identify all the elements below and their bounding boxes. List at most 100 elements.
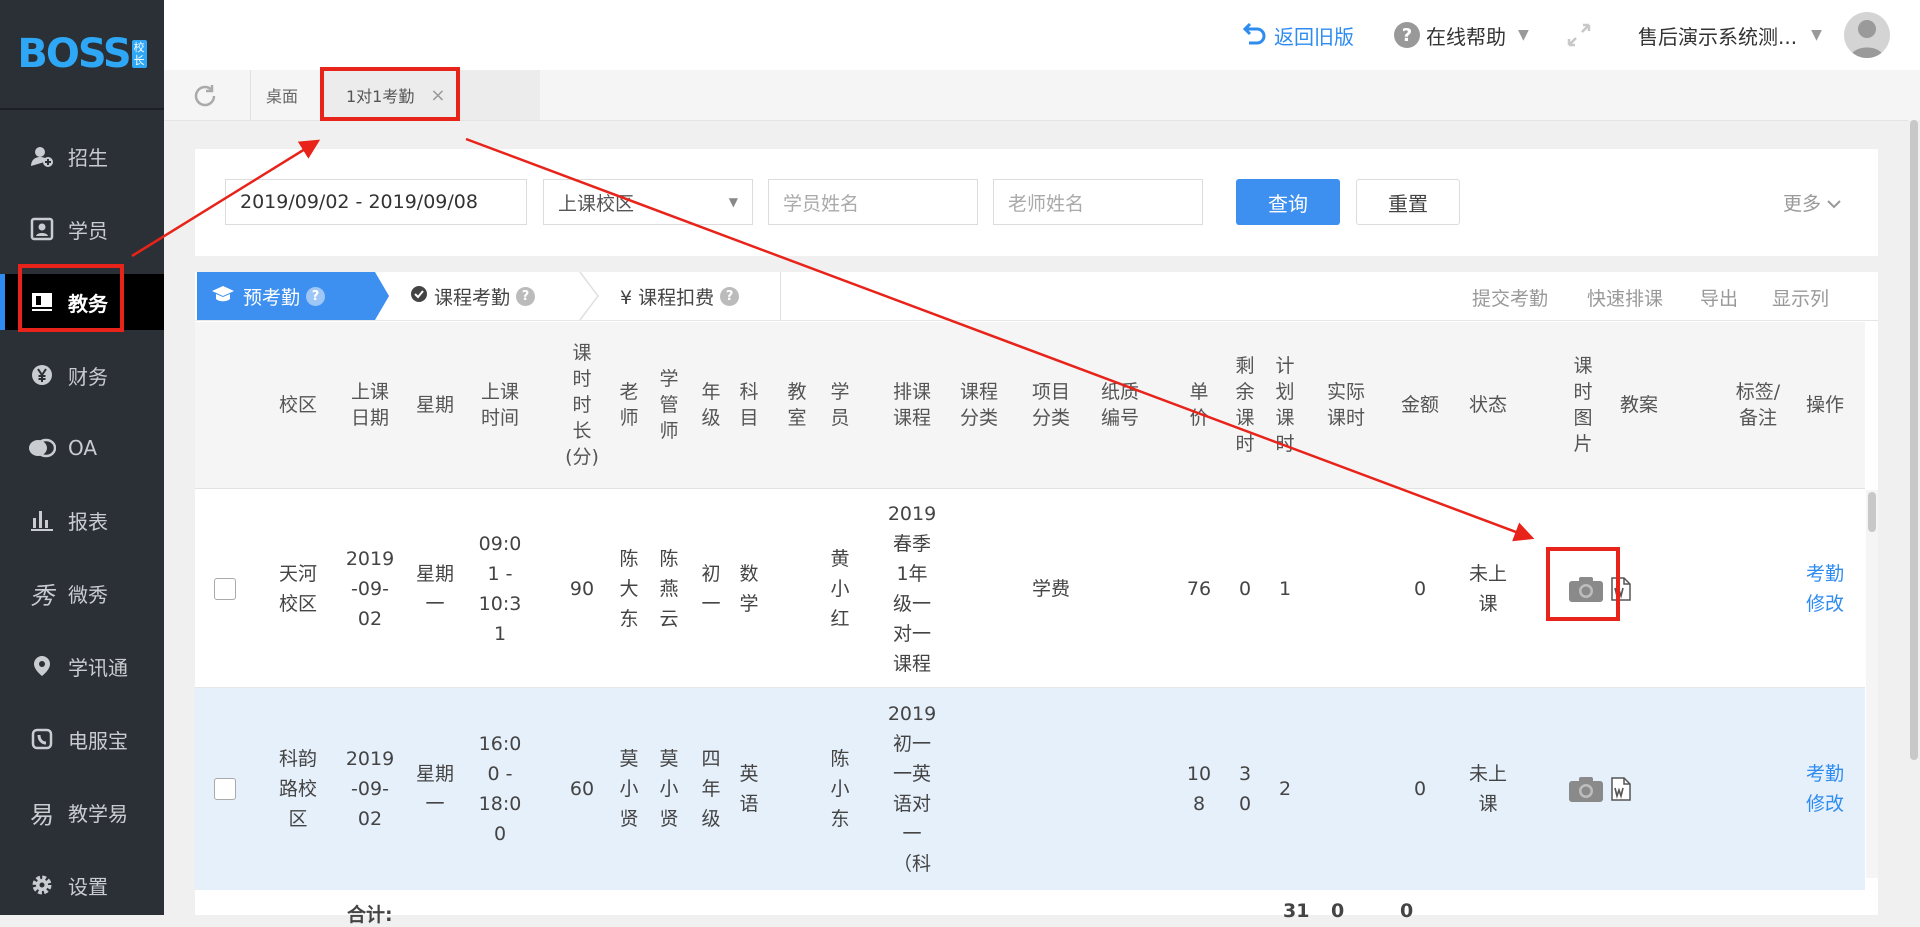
sidebar-item-weixiu[interactable]: 秀 微秀 xyxy=(0,565,164,621)
column-header: 教 室 xyxy=(787,381,807,429)
column-header: 老 师 xyxy=(619,381,639,429)
column-header: 剩 余 课 时 xyxy=(1235,355,1255,455)
camera-icon[interactable] xyxy=(1567,688,1605,890)
column-header: 校区 xyxy=(278,394,317,416)
annotation-box-photo xyxy=(1546,547,1620,621)
cell-project: 学费 xyxy=(1031,577,1070,600)
table-scrollbar-thumb[interactable] xyxy=(1868,492,1876,532)
checkbox[interactable] xyxy=(214,577,236,600)
cell-actual xyxy=(1317,688,1375,890)
cell-date: 2019 -09- 02 xyxy=(345,748,395,830)
page-scrollbar-thumb[interactable] xyxy=(1910,120,1918,760)
column-header: 状态 xyxy=(1468,394,1507,416)
sidebar-item-reports[interactable]: 报表 xyxy=(0,492,164,548)
cell-actual xyxy=(1317,489,1375,688)
cell-remaining: 0 xyxy=(1238,577,1252,600)
column-header: 课 时 时 长 (分) xyxy=(565,342,599,468)
refresh-icon[interactable] xyxy=(192,83,218,113)
cell-student: 陈 小 东 xyxy=(830,748,850,830)
cell-room xyxy=(777,688,817,890)
divider xyxy=(780,272,781,320)
more-filters-toggle[interactable]: 更多 xyxy=(1783,189,1841,216)
caret-down-icon: ▼ xyxy=(728,195,738,209)
fullscreen-icon[interactable] xyxy=(1566,18,1592,52)
attendance-edit-link[interactable]: 考勤 修改 xyxy=(1799,489,1851,688)
help-icon: ? xyxy=(1394,22,1420,48)
amount-total: 0 xyxy=(1400,900,1414,922)
help-icon: ? xyxy=(306,286,326,306)
sub-tabs: 预考勤 ? 课程考勤 ? ¥ 课程扣费 ? 提交考勤 快速排课 导出 显示列 xyxy=(195,271,1878,321)
teacher-name-input[interactable]: 老师姓名 xyxy=(993,179,1203,225)
column-header: 课程 分类 xyxy=(959,381,998,429)
cell-paper-no xyxy=(1090,489,1150,688)
planned-total: 31 xyxy=(1283,900,1310,922)
caret-down-icon: ▼ xyxy=(1518,27,1529,43)
yen-coin-icon xyxy=(28,361,56,389)
sidebar-item-xuexuntong[interactable]: 学讯通 xyxy=(0,638,164,694)
sidebar-item-label: 设置 xyxy=(68,874,108,899)
actual-total: 0 xyxy=(1331,900,1345,922)
avatar[interactable] xyxy=(1844,12,1890,58)
column-header: 星期 xyxy=(415,394,454,416)
xiu-icon: 秀 xyxy=(30,581,54,610)
user-menu[interactable]: 售后演示系统测... ▼ xyxy=(1638,18,1822,52)
yi-icon: 易 xyxy=(30,800,54,829)
gear-icon xyxy=(28,871,56,899)
export-link[interactable]: 导出 xyxy=(1700,284,1738,311)
sidebar-item-enroll[interactable]: 招生 xyxy=(0,128,164,184)
table-footer: 合计: 31 0 0 xyxy=(195,890,1865,926)
total-label: 合计: xyxy=(347,904,393,926)
column-header: 标签/ 备注 xyxy=(1735,381,1781,429)
cell-subject: 英 语 xyxy=(739,763,759,815)
table-header: 校区 上课 日期 星期 上课 时间 课 时 时 长 (分) 老 师学 管 师 年 级科 目 教… xyxy=(195,322,1865,489)
column-header: 排课 课程 xyxy=(892,381,931,429)
sidebar-item-settings[interactable]: 设置 xyxy=(0,857,164,913)
column-header: 操作 xyxy=(1805,394,1844,416)
caret-down-icon: ▼ xyxy=(1811,27,1822,43)
attendance-edit-link[interactable]: 考勤 修改 xyxy=(1799,688,1851,890)
tab-course-attendance[interactable]: 课程考勤 ? xyxy=(410,272,536,320)
sidebar-item-students[interactable]: 学员 xyxy=(0,201,164,257)
tab-course-deduction[interactable]: ¥ 课程扣费 ? xyxy=(620,272,740,320)
submit-attendance-link[interactable]: 提交考勤 xyxy=(1472,284,1548,311)
cell-grade: 初 一 xyxy=(701,562,721,615)
column-header: 教案 xyxy=(1619,394,1658,416)
reset-button[interactable]: 重置 xyxy=(1356,179,1460,225)
cell-amount: 0 xyxy=(1413,778,1427,800)
annotation-box-tab xyxy=(320,67,460,121)
row-checkbox[interactable] xyxy=(205,489,245,688)
display-columns-link[interactable]: 显示列 xyxy=(1772,284,1829,311)
sidebar-item-dianfubao[interactable]: 电服宝 xyxy=(0,711,164,767)
cell-subject: 数 学 xyxy=(739,562,759,615)
logo-text: BOSS xyxy=(17,31,131,77)
sidebar-item-finance[interactable]: 财务 xyxy=(0,347,164,403)
sidebar-item-label: 报表 xyxy=(68,509,108,534)
table-scrollbar[interactable] xyxy=(1866,490,1878,878)
back-old-version-link[interactable]: 返回旧版 xyxy=(1242,18,1354,52)
query-button[interactable]: 查询 xyxy=(1236,179,1340,225)
logo[interactable]: BOSS 校 长 xyxy=(0,0,164,110)
quick-schedule-link[interactable]: 快速排课 xyxy=(1587,284,1663,311)
sidebar-item-label: 学员 xyxy=(68,218,108,243)
tab-pre-attendance[interactable]: 预考勤 ? xyxy=(197,272,375,320)
sidebar-item-jiaoxueyi[interactable]: 易 教学易 xyxy=(0,784,164,840)
date-range-input[interactable]: 2019/09/02 - 2019/09/08 xyxy=(225,179,527,225)
campus-select[interactable]: 上课校区 ▼ xyxy=(543,179,753,225)
cell-paper-no xyxy=(1090,688,1150,890)
divider xyxy=(250,70,251,120)
cell-student: 黄 小 红 xyxy=(830,547,850,630)
online-help-dropdown[interactable]: ? 在线帮助 ▼ xyxy=(1394,18,1529,52)
tab-desk[interactable]: 桌面 xyxy=(266,70,298,120)
filter-bar: 2019/09/02 - 2019/09/08 上课校区 ▼ 学员姓名 老师姓名… xyxy=(195,149,1878,256)
row-checkbox[interactable] xyxy=(205,688,245,890)
sidebar-item-label: 微秀 xyxy=(68,582,108,607)
student-name-input[interactable]: 学员姓名 xyxy=(768,179,978,225)
sidebar-item-oa[interactable]: OA xyxy=(0,420,164,476)
cell-project xyxy=(1023,688,1079,890)
cell-amount: 0 xyxy=(1413,577,1427,600)
word-document-icon[interactable] xyxy=(1609,688,1633,890)
checkbox[interactable] xyxy=(214,778,236,800)
cell-date: 2019 -09- 02 xyxy=(345,547,395,630)
column-header: 纸质 编号 xyxy=(1100,381,1139,429)
table-row[interactable]: 科韵 路校 区 2019 -09- 02 星期 一 16:0 0 - 18:0 0 60… xyxy=(195,688,1865,890)
